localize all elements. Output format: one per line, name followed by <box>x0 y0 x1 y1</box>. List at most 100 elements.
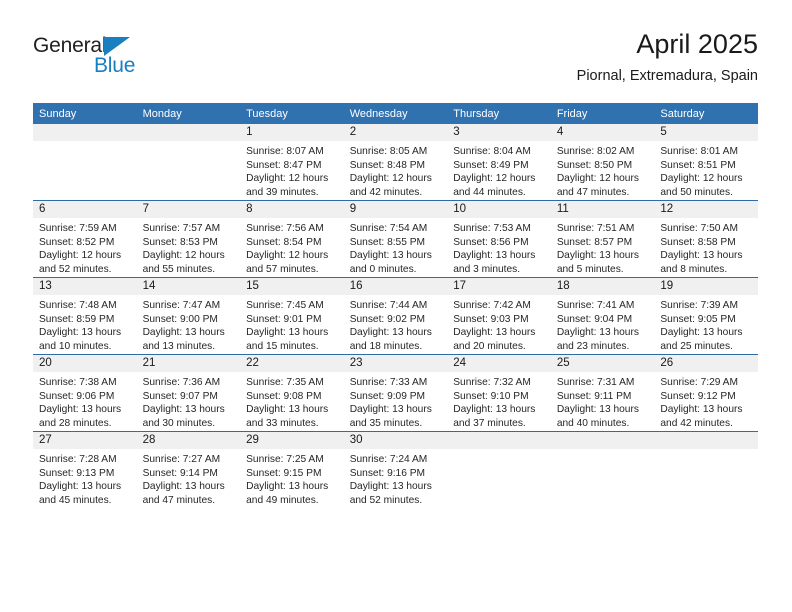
day-number: 26 <box>654 355 758 372</box>
calendar-day-cell[interactable]: 1 Sunrise: 8:07 AM Sunset: 8:47 PM Daylight… <box>240 124 344 201</box>
day-detail-line: and 25 minutes. <box>660 340 733 352</box>
day-detail-line: Daylight: 13 hours <box>39 404 122 416</box>
calendar-page: General Blue April 2025 Piornal, Extrema… <box>0 0 792 612</box>
day-detail-line: Sunrise: 8:04 AM <box>453 146 531 157</box>
calendar-week-row: 27 Sunrise: 7:28 AM Sunset: 9:13 PM Dayligh… <box>33 431 758 508</box>
title-block: April 2025 Piornal, Extremadura, Spain <box>577 28 758 86</box>
calendar-day-cell[interactable]: 18 Sunrise: 7:41 AM Sunset: 9:04 PM Dayligh… <box>550 277 655 355</box>
weekday-header-thursday: Thursday <box>447 103 551 124</box>
calendar-day-cell[interactable]: 24 Sunrise: 7:32 AM Sunset: 9:10 PM Dayligh… <box>447 354 551 432</box>
day-detail-line: Sunrise: 7:59 AM <box>39 223 117 234</box>
day-detail-line: and 37 minutes. <box>453 417 526 429</box>
day-detail-line: Sunset: 9:08 PM <box>246 390 322 402</box>
calendar-day-cell[interactable]: 17 Sunrise: 7:42 AM Sunset: 9:03 PM Dayligh… <box>447 277 551 355</box>
day-detail-line: Sunrise: 8:01 AM <box>660 146 738 157</box>
day-detail-line: Sunrise: 7:39 AM <box>660 300 738 311</box>
day-details: Sunrise: 7:27 AM Sunset: 9:14 PM Daylight:… <box>137 449 241 507</box>
calendar-day-cell[interactable]: 25 Sunrise: 7:31 AM Sunset: 9:11 PM Dayligh… <box>550 354 655 432</box>
day-number: 19 <box>654 278 758 295</box>
day-details: Sunrise: 7:36 AM Sunset: 9:07 PM Daylight:… <box>137 372 241 430</box>
day-detail-line: and 47 minutes. <box>142 494 216 506</box>
calendar-day-cell[interactable]: 30 Sunrise: 7:24 AM Sunset: 9:16 PM Dayligh… <box>343 431 448 508</box>
day-details: Sunrise: 7:47 AM Sunset: 9:00 PM Daylight:… <box>137 295 241 353</box>
day-details: Sunrise: 7:48 AM Sunset: 8:59 PM Daylight:… <box>33 295 137 353</box>
day-number: 6 <box>33 201 137 218</box>
logo-text-blue: Blue <box>94 54 136 77</box>
day-detail-line: Sunrise: 8:02 AM <box>556 146 635 157</box>
day-detail-line: Daylight: 13 hours <box>453 404 536 416</box>
calendar-day-cell[interactable]: 19 Sunrise: 7:39 AM Sunset: 9:05 PM Dayligh… <box>654 277 758 355</box>
day-number: 17 <box>447 278 551 295</box>
day-detail-line: Sunset: 9:10 PM <box>453 390 529 402</box>
day-detail-line: Daylight: 13 hours <box>142 404 225 416</box>
weekday-header-friday: Friday <box>550 103 655 124</box>
day-detail-line: and 3 minutes. <box>453 263 521 275</box>
calendar-day-cell[interactable]: 4 Sunrise: 8:02 AM Sunset: 8:50 PM Daylight… <box>550 124 655 201</box>
calendar-day-cell[interactable]: 22 Sunrise: 7:35 AM Sunset: 9:08 PM Dayligh… <box>240 354 344 432</box>
day-details: Sunrise: 7:33 AM Sunset: 9:09 PM Daylight:… <box>344 372 448 430</box>
day-detail-line: Daylight: 13 hours <box>39 481 122 493</box>
day-detail-line: Daylight: 13 hours <box>556 250 639 262</box>
calendar-day-cell[interactable]: 3 Sunrise: 8:04 AM Sunset: 8:49 PM Daylight… <box>447 124 551 201</box>
day-detail-line: Daylight: 13 hours <box>660 404 743 416</box>
calendar-day-cell[interactable]: 15 Sunrise: 7:45 AM Sunset: 9:01 PM Dayligh… <box>240 277 344 355</box>
calendar-day-cell[interactable]: 13 Sunrise: 7:48 AM Sunset: 8:59 PM Dayligh… <box>33 277 137 355</box>
day-detail-line: Sunset: 9:07 PM <box>142 390 218 402</box>
day-number: 12 <box>654 201 758 218</box>
day-detail-line: and 8 minutes. <box>660 263 728 275</box>
day-number: 23 <box>343 355 448 372</box>
calendar-day-cell[interactable]: 29 Sunrise: 7:25 AM Sunset: 9:15 PM Dayligh… <box>240 431 344 508</box>
day-number: 21 <box>136 355 241 372</box>
day-detail-line: and 39 minutes. <box>246 186 319 198</box>
day-detail-line: Sunrise: 7:41 AM <box>556 300 635 311</box>
day-details <box>447 449 551 453</box>
calendar-day-cell[interactable]: 9 Sunrise: 7:54 AM Sunset: 8:55 PM Daylight… <box>343 200 448 278</box>
day-detail-line: Sunset: 9:03 PM <box>453 313 529 325</box>
day-detail-line: Sunrise: 7:48 AM <box>39 300 117 311</box>
calendar-day-cell-empty <box>447 431 551 508</box>
day-number: 3 <box>447 124 551 141</box>
day-detail-line: Daylight: 13 hours <box>556 404 639 416</box>
calendar-day-cell[interactable]: 27 Sunrise: 7:28 AM Sunset: 9:13 PM Dayligh… <box>33 431 137 508</box>
day-details: Sunrise: 7:31 AM Sunset: 9:11 PM Daylight:… <box>551 372 655 430</box>
day-number: 18 <box>550 278 655 295</box>
day-details <box>551 449 655 453</box>
day-details: Sunrise: 7:42 AM Sunset: 9:03 PM Daylight:… <box>447 295 551 353</box>
calendar-day-cell[interactable]: 23 Sunrise: 7:33 AM Sunset: 9:09 PM Dayligh… <box>343 354 448 432</box>
generalblue-logo[interactable]: General Blue <box>33 34 153 80</box>
calendar-day-cell[interactable]: 26 Sunrise: 7:29 AM Sunset: 9:12 PM Dayligh… <box>654 354 758 432</box>
calendar-day-cell[interactable]: 6 Sunrise: 7:59 AM Sunset: 8:52 PM Daylight… <box>33 200 137 278</box>
day-detail-line: Daylight: 12 hours <box>660 173 743 185</box>
day-number: 15 <box>240 278 344 295</box>
calendar-day-cell[interactable]: 20 Sunrise: 7:38 AM Sunset: 9:06 PM Dayligh… <box>33 354 137 432</box>
calendar-day-cell[interactable]: 7 Sunrise: 7:57 AM Sunset: 8:53 PM Daylight… <box>136 200 241 278</box>
day-detail-line: Daylight: 12 hours <box>246 250 329 262</box>
calendar-day-cell[interactable]: 11 Sunrise: 7:51 AM Sunset: 8:57 PM Dayligh… <box>550 200 655 278</box>
day-detail-line: Sunset: 8:51 PM <box>660 159 736 171</box>
day-detail-line: Daylight: 13 hours <box>246 404 329 416</box>
calendar-day-cell[interactable]: 2 Sunrise: 8:05 AM Sunset: 8:48 PM Daylight… <box>343 124 448 201</box>
calendar-week-row: 6 Sunrise: 7:59 AM Sunset: 8:52 PM Daylight… <box>33 200 758 278</box>
calendar-day-cell[interactable]: 16 Sunrise: 7:44 AM Sunset: 9:02 PM Dayligh… <box>343 277 448 355</box>
calendar-day-cell[interactable]: 21 Sunrise: 7:36 AM Sunset: 9:07 PM Dayligh… <box>136 354 241 432</box>
weekday-header-row: Sunday Monday Tuesday Wednesday Thursday Frid… <box>33 103 758 124</box>
calendar-day-cell[interactable]: 28 Sunrise: 7:27 AM Sunset: 9:14 PM Dayligh… <box>136 431 241 508</box>
calendar-day-cell[interactable]: 14 Sunrise: 7:47 AM Sunset: 9:00 PM Dayligh… <box>136 277 241 355</box>
calendar-day-cell[interactable]: 5 Sunrise: 8:01 AM Sunset: 8:51 PM Daylight… <box>654 124 758 201</box>
day-detail-line: and 33 minutes. <box>246 417 319 429</box>
day-detail-line: Sunset: 8:52 PM <box>39 236 115 248</box>
calendar-day-cell[interactable]: 10 Sunrise: 7:53 AM Sunset: 8:56 PM Dayligh… <box>447 200 551 278</box>
day-detail-line: and 28 minutes. <box>39 417 112 429</box>
day-detail-line: Sunset: 9:13 PM <box>39 467 115 479</box>
day-detail-line: and 52 minutes. <box>349 494 423 506</box>
day-detail-line: Sunrise: 7:54 AM <box>349 223 428 234</box>
day-detail-line: Sunrise: 7:25 AM <box>246 454 324 465</box>
day-details <box>654 449 758 453</box>
day-detail-line: Sunrise: 7:56 AM <box>246 223 324 234</box>
calendar-day-cell[interactable]: 12 Sunrise: 7:50 AM Sunset: 8:58 PM Dayligh… <box>654 200 758 278</box>
day-detail-line: Sunset: 8:48 PM <box>349 159 426 171</box>
calendar-day-cell[interactable]: 8 Sunrise: 7:56 AM Sunset: 8:54 PM Daylight… <box>240 200 344 278</box>
calendar-week-row: 1 Sunrise: 8:07 AM Sunset: 8:47 PM Daylight… <box>33 124 758 201</box>
calendar-week-row: 13 Sunrise: 7:48 AM Sunset: 8:59 PM Dayligh… <box>33 277 758 355</box>
day-detail-line: and 0 minutes. <box>349 263 417 275</box>
